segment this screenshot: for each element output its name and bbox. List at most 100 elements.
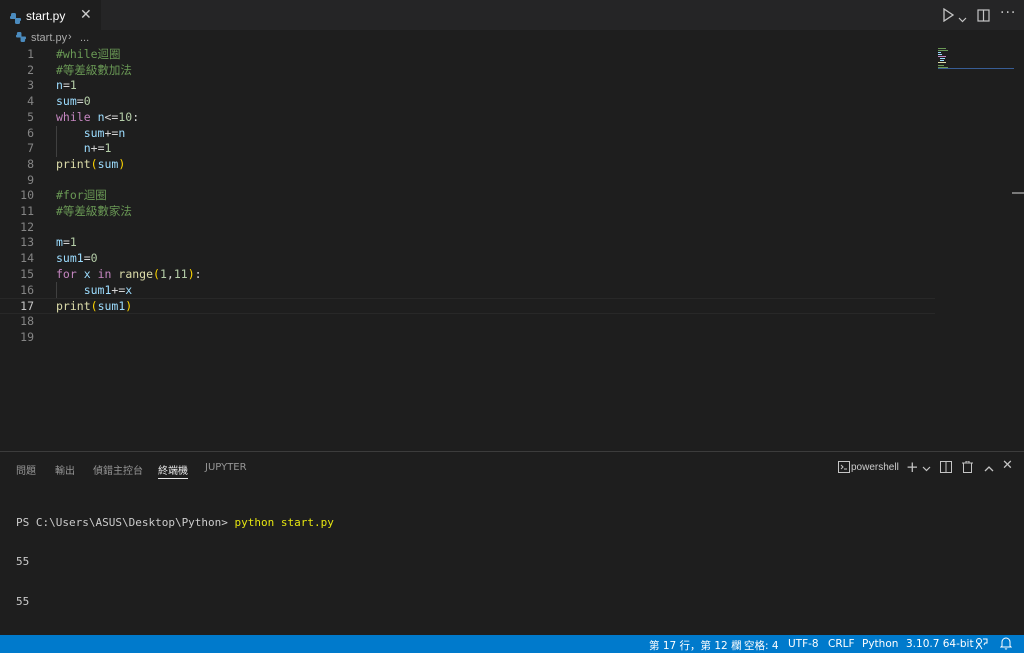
code-line[interactable]: 11 #等差級數家法 bbox=[0, 204, 935, 220]
breadcrumb-file[interactable]: start.py bbox=[31, 32, 67, 44]
terminal-icon bbox=[838, 461, 850, 477]
code-token: : bbox=[132, 109, 140, 124]
code-text: sum=0 bbox=[56, 94, 91, 110]
terminal-prompt: PS C:\Users\ASUS\Desktop\Python> bbox=[16, 515, 235, 529]
chevron-down-icon[interactable] bbox=[958, 9, 967, 28]
end-of-line[interactable]: CRLF bbox=[828, 638, 855, 650]
maximize-panel-icon[interactable] bbox=[984, 462, 994, 477]
code-token: x bbox=[125, 282, 133, 297]
more-actions-icon[interactable]: ··· bbox=[1000, 5, 1016, 21]
code-token: = bbox=[76, 94, 84, 109]
add-terminal-icon[interactable]: + bbox=[906, 458, 919, 476]
breadcrumb: start.py › ... bbox=[0, 30, 1024, 46]
language-mode[interactable]: Python bbox=[862, 638, 898, 650]
code-text: n=1 bbox=[56, 78, 77, 94]
python-file-icon bbox=[16, 32, 26, 45]
code-text: sum1=0 bbox=[56, 251, 98, 267]
tab-start-py[interactable]: start.py ✕ bbox=[0, 0, 101, 30]
code-line[interactable]: 18 bbox=[0, 314, 935, 330]
code-line[interactable]: 7 n+=1 bbox=[0, 141, 935, 157]
code-line[interactable]: 13 m=1 bbox=[0, 235, 935, 251]
code-token: 1 bbox=[104, 141, 112, 156]
tab-problems[interactable]: 問題 bbox=[16, 462, 36, 477]
terminal-line: PS C:\Users\ASUS\Desktop\Python> python … bbox=[16, 516, 334, 529]
code-token: #while迴圈 bbox=[56, 47, 121, 61]
code-line[interactable]: 6 sum+=n bbox=[0, 126, 935, 142]
minimap-slider[interactable] bbox=[938, 68, 1014, 69]
code-line[interactable]: 14 sum1=0 bbox=[0, 251, 935, 267]
code-token: m bbox=[56, 235, 63, 250]
code-token: ( bbox=[153, 266, 160, 281]
code-token: n bbox=[56, 78, 63, 93]
code-token: ( bbox=[90, 299, 98, 314]
code-editor[interactable]: 1 #while迴圈 2 #等差級數加法 3 n=1 4 sum=0 5 while n<=10:… bbox=[0, 46, 1024, 451]
code-text: print(sum) bbox=[56, 157, 125, 173]
code-text: sum+=n bbox=[56, 125, 126, 142]
code-token: sum1 bbox=[97, 299, 126, 314]
code-line[interactable]: 3 n=1 bbox=[0, 78, 935, 94]
terminal-output-line: 55 bbox=[16, 595, 30, 609]
scrollbar-marker[interactable] bbox=[1012, 192, 1024, 194]
code-token: += bbox=[111, 282, 126, 297]
code-line[interactable]: 16 sum1+=x bbox=[0, 283, 935, 299]
code-line[interactable]: 12 bbox=[0, 220, 935, 236]
indentation[interactable]: 空格: 4 bbox=[744, 638, 779, 653]
code-token: sum bbox=[97, 156, 119, 171]
code-token: <= bbox=[104, 109, 119, 124]
code-line[interactable]: 9 bbox=[0, 173, 935, 189]
code-token: 11 bbox=[173, 266, 188, 281]
close-icon[interactable]: ✕ bbox=[80, 7, 92, 23]
chevron-down-icon[interactable] bbox=[922, 462, 931, 477]
trash-icon[interactable] bbox=[962, 460, 973, 477]
editor-actions: ··· bbox=[934, 0, 1024, 30]
code-token: sum bbox=[83, 125, 105, 140]
code-line[interactable]: 1 #while迴圈 bbox=[0, 47, 935, 63]
python-interpreter[interactable]: 3.10.7 64-bit bbox=[906, 638, 974, 650]
tab-label: start.py bbox=[26, 9, 66, 23]
line-number: 15 bbox=[20, 266, 34, 281]
code-token: ) bbox=[187, 266, 195, 281]
minimap[interactable] bbox=[938, 46, 1014, 76]
tab-terminal[interactable]: 終端機 bbox=[158, 462, 188, 479]
cursor-position[interactable]: 第 17 行，第 12 欄 bbox=[649, 638, 742, 653]
code-line[interactable]: 2 #等差級數加法 bbox=[0, 63, 935, 79]
code-token: in bbox=[97, 266, 112, 281]
run-icon[interactable] bbox=[942, 7, 955, 26]
code-line[interactable]: 8 print(sum) bbox=[0, 157, 935, 173]
notifications-icon[interactable] bbox=[999, 637, 1013, 653]
code-line[interactable]: 15 for x in range(1,11): bbox=[0, 267, 935, 283]
tab-debug-console[interactable]: 偵錯主控台 bbox=[93, 462, 143, 477]
code-token: #等差級數加法 bbox=[56, 62, 132, 77]
split-editor-icon[interactable] bbox=[977, 7, 990, 26]
encoding[interactable]: UTF-8 bbox=[788, 638, 819, 650]
feedback-icon[interactable] bbox=[975, 637, 988, 653]
code-token: #等差級數家法 bbox=[56, 204, 132, 218]
code-line[interactable]: 5 while n<=10: bbox=[0, 110, 935, 126]
code-line[interactable]: 19 bbox=[0, 330, 935, 346]
breadcrumb-symbols[interactable]: ... bbox=[80, 32, 89, 44]
close-panel-icon[interactable]: ✕ bbox=[1002, 458, 1013, 473]
code-token: #for迴圈 bbox=[56, 188, 107, 203]
code-token: = bbox=[62, 78, 70, 93]
code-token: ( bbox=[90, 156, 98, 171]
code-text: #for迴圈 bbox=[56, 188, 107, 204]
line-number: 2 bbox=[27, 62, 34, 77]
shell-selector[interactable]: powershell bbox=[851, 462, 899, 473]
line-number: 6 bbox=[27, 125, 34, 140]
line-number: 10 bbox=[20, 188, 34, 203]
code-line[interactable]: 17 print(sum1) bbox=[0, 298, 935, 314]
code-line[interactable]: 4 sum=0 bbox=[0, 94, 935, 110]
split-terminal-icon[interactable] bbox=[940, 461, 952, 477]
tab-jupyter[interactable]: JUPYTER bbox=[205, 462, 247, 473]
code-line[interactable]: 10 #for迴圈 bbox=[0, 188, 935, 204]
terminal-output[interactable]: PS C:\Users\ASUS\Desktop\Python> python … bbox=[16, 489, 334, 653]
line-number: 19 bbox=[20, 329, 34, 344]
bottom-panel: 問題 輸出 偵錯主控台 終端機 JUPYTER powershell + ✕ P… bbox=[0, 451, 1024, 648]
code-token: += bbox=[104, 125, 119, 140]
code-token: : bbox=[194, 266, 202, 281]
tab-output[interactable]: 輸出 bbox=[55, 462, 75, 477]
code-token: 10 bbox=[118, 109, 133, 124]
